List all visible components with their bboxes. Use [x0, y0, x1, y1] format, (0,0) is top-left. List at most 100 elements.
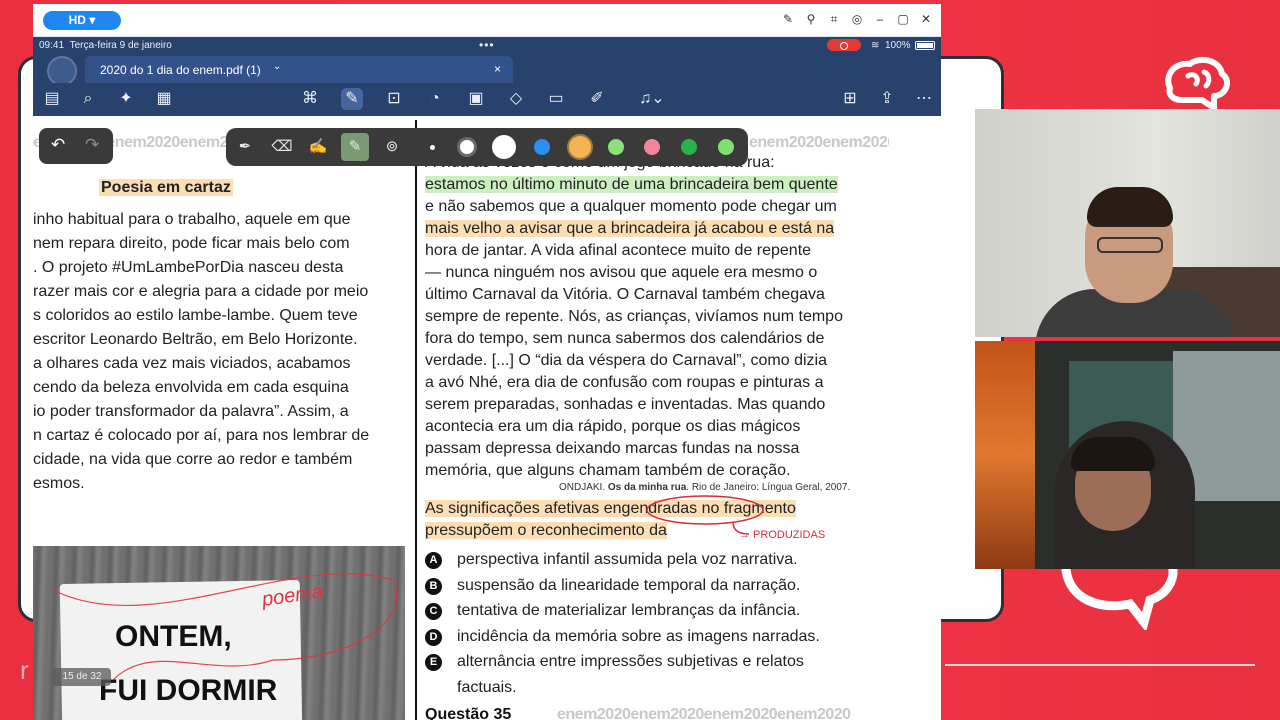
text-line: hora de jantar. A vida afinal acontece m…	[425, 242, 812, 259]
tab-close-icon[interactable]: ×	[494, 62, 501, 76]
color-pink[interactable]	[644, 139, 660, 155]
minimize-icon[interactable]: –	[873, 12, 887, 27]
color-orange[interactable]	[569, 136, 591, 158]
text-line: último Carnaval da Vitória. O Carnaval t…	[425, 286, 825, 303]
redo-icon[interactable]: ↷	[85, 135, 99, 155]
undo-icon[interactable]: ↶	[51, 135, 65, 155]
shapes-icon[interactable]: ◔	[424, 88, 446, 110]
lasso-tool-icon[interactable]: ⊚	[381, 136, 403, 158]
text-line: nem repara direito, pode ficar mais belo…	[33, 235, 350, 252]
text-line: io poder transformador da palavra”. Assi…	[33, 403, 349, 420]
text-line: razer mais cor e alegria para a cidade p…	[33, 283, 369, 300]
chevron-down-icon[interactable]: ⌄	[273, 61, 281, 72]
presenter-hair	[1071, 437, 1155, 471]
lasso-icon[interactable]: ⌘	[299, 88, 321, 110]
text-line: — nunca ninguém nos avisou que aquele er…	[425, 264, 818, 281]
maximize-icon[interactable]: ▢	[896, 12, 910, 27]
text-line: cidade, na vida que corre ao redor e tam…	[33, 451, 353, 468]
citation: ONDJAKI. Os da minha rua. Rio de Janeiro…	[559, 482, 851, 493]
option-e[interactable]: Ealternância entre impressões subjetivas…	[425, 651, 885, 677]
color-white[interactable]	[492, 135, 516, 159]
image-icon[interactable]: ▣	[465, 88, 487, 110]
question-line: As significações afetivas engendradas no…	[425, 500, 796, 517]
pin-icon[interactable]: ⚲	[804, 12, 818, 27]
home-button-icon[interactable]	[47, 56, 77, 86]
highlighter-icon[interactable]: ✍	[307, 136, 329, 158]
option-d[interactable]: Dincidência da memória sobre as imagens …	[425, 626, 885, 652]
ios-status-bar: 09:41 Terça-feira 9 de janeiro ••• ≋ 100…	[33, 37, 941, 54]
status-time: 09:41 Terça-feira 9 de janeiro	[39, 40, 172, 51]
text-line: esmos.	[33, 475, 85, 492]
question-line: pressupõem o reconhecimento da	[425, 522, 667, 539]
microphone-icon[interactable]: ♫⌄	[635, 88, 669, 110]
laser-icon[interactable]: ✐	[586, 88, 608, 110]
next-question-heading: Questão 35	[425, 706, 512, 720]
presenter-hair	[1087, 187, 1173, 227]
hd-quality-button[interactable]: HD ▾	[43, 11, 121, 30]
elements-icon[interactable]: ◇	[505, 88, 527, 110]
text-line: a avó Nhé, era dia de confusão com roupa…	[425, 374, 824, 391]
search-icon[interactable]: ⌕	[77, 88, 99, 110]
app-toolbar: ▤ ⌕ ✦ ▦ ⌘ ✎ ⊡ ◔ ▣ ◇ ▭ ✐ ♫⌄ ⊞ ⇪ ⋯	[33, 83, 941, 116]
add-page-icon[interactable]: ⊞	[839, 88, 861, 110]
window-controls: ✎ ⚲ ⌗ ◎ – ▢ ✕	[781, 12, 933, 27]
tab-document[interactable]: 2020 do 1 dia do enem.pdf (1) ⌄ ×	[85, 56, 513, 83]
warm-light	[975, 341, 1035, 569]
pen-toolbar: ✒ ⌫ ✍ ✎ ⊚	[226, 128, 748, 166]
glasses-icon	[1097, 237, 1163, 253]
pdf-page[interactable]: enem2020enem2020enem2020enem2020 enem202…	[33, 120, 941, 720]
text-line: inho habitual para o trabalho, aquele em…	[33, 211, 351, 228]
color-green[interactable]	[681, 139, 697, 155]
text-line: fora do tempo, sem nunca sabermos dos ca…	[425, 330, 825, 347]
text-line: a olhares cada vez mais viciados, acabam…	[33, 355, 351, 372]
textbox-icon[interactable]: ⊡	[383, 88, 405, 110]
sparkle-icon[interactable]: ✦	[115, 88, 137, 110]
undo-redo-bar: ↶ ↷	[39, 128, 113, 164]
color-light-green[interactable]	[608, 139, 624, 155]
wifi-icon: ≋	[871, 40, 880, 51]
page-indicator: 15 de 32	[53, 668, 111, 686]
poster-photo: ONTEM, FUI DORMIR	[33, 546, 405, 720]
pen-icon[interactable]: ✎	[341, 88, 363, 110]
text-line: . O projeto #UmLambePorDia nasceu desta	[33, 259, 344, 276]
screen-record-indicator-icon	[827, 39, 861, 51]
webcam-feed-top	[975, 109, 1280, 337]
option-c[interactable]: Ctentativa de materializar lembranças da…	[425, 600, 885, 626]
pen-tool-icon[interactable]: ✒	[234, 136, 256, 158]
screen-share-window: HD ▾ ✎ ⚲ ⌗ ◎ – ▢ ✕ 09:41 Terça-feira 9 d…	[33, 4, 941, 720]
sticky-note-icon[interactable]: ▭	[545, 88, 567, 110]
decorative-line	[945, 664, 1255, 666]
document-tab-bar: 2020 do 1 dia do enem.pdf (1) ⌄ ×	[33, 54, 941, 86]
eraser-icon[interactable]: ⌫	[271, 136, 293, 158]
share-icon[interactable]: ⇪	[876, 88, 898, 110]
crop-icon[interactable]: ⌗	[827, 12, 841, 27]
stroke-size-small[interactable]	[430, 145, 435, 150]
multitasking-dots[interactable]: •••	[479, 38, 495, 52]
tab-title: 2020 do 1 dia do enem.pdf (1)	[100, 63, 261, 77]
brand-brain-logo-icon	[1165, 56, 1231, 111]
marker-icon[interactable]: ✎	[341, 133, 369, 161]
document-icon[interactable]: ▦	[153, 88, 175, 110]
more-icon[interactable]: ⋯	[913, 88, 935, 110]
sidebar-icon[interactable]: ▤	[41, 88, 63, 110]
text-line: acontecia era um dia rápido, porque os d…	[425, 418, 801, 435]
enem-strip-right: enem2020enem2020enem2020enem2020	[749, 134, 889, 150]
text-line: mais velho a avisar que a brincadeira já…	[425, 220, 835, 237]
text-line: serem preparadas, sonhadas e inventadas.…	[425, 396, 826, 413]
color-white-selected[interactable]	[460, 140, 474, 154]
webcam-feed-bottom	[975, 341, 1280, 569]
color-blue[interactable]	[534, 139, 550, 155]
text-line: passam depressa deixando marcas fundas n…	[425, 440, 800, 457]
pencil-icon[interactable]: ✎	[781, 12, 795, 27]
option-a[interactable]: Aperspectiva infantil assumida pela voz …	[425, 549, 885, 575]
enem-strip-bottom: enem2020enem2020enem2020enem2020	[557, 706, 851, 720]
record-icon[interactable]: ◎	[850, 12, 864, 27]
color-lime[interactable]	[718, 139, 734, 155]
column-divider	[415, 120, 417, 720]
close-icon[interactable]: ✕	[919, 12, 933, 27]
text-line: s coloridos ao estilo lambe-lambe. Quem …	[33, 307, 358, 324]
battery-icon	[915, 41, 935, 50]
option-e-continuation: factuais.	[457, 678, 517, 696]
text-line: estamos no último minuto de uma brincade…	[425, 176, 838, 193]
option-b[interactable]: Bsuspensão da linearidade temporal da na…	[425, 575, 885, 601]
